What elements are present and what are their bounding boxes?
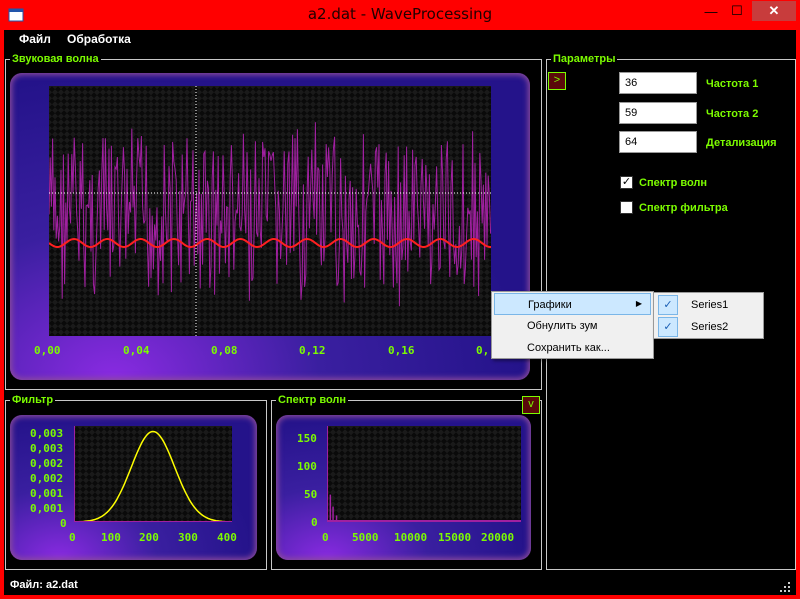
submenu-item-series2-label: Series2 xyxy=(691,321,729,333)
filter-x-tick: 100 xyxy=(101,531,121,544)
spectrum-x-tick: 5000 xyxy=(352,531,379,544)
filter-y-tick: 0,001 xyxy=(30,487,64,500)
minimize-button[interactable]: — xyxy=(698,1,724,21)
wave-x-tick: 0,16 xyxy=(388,344,415,357)
spectrum-bar xyxy=(332,506,334,522)
context-item-reset-zoom[interactable]: Обнулить зум xyxy=(494,315,651,337)
filter-y-tick: 0,002 xyxy=(30,457,64,470)
charts-submenu: ✓ Series1 ✓ Series2 xyxy=(653,292,764,339)
freq1-label: Частота 1 xyxy=(706,78,759,90)
spectrum-waves-checkbox[interactable]: ✓ xyxy=(620,176,633,189)
filter-x-tick: 200 xyxy=(139,531,159,544)
resize-grip-icon[interactable] xyxy=(780,582,792,594)
freq2-label: Частота 2 xyxy=(706,108,759,120)
wave-x-tick: 0,08 xyxy=(211,344,238,357)
spectrum-x-tick: 20000 xyxy=(481,531,515,544)
spectrum-plot-area[interactable] xyxy=(326,426,521,522)
spectrum-filter-label: Спектр фильтра xyxy=(639,202,728,214)
wave-x-tick: 0, xyxy=(476,344,490,357)
status-bar: Файл: a2.dat xyxy=(10,579,78,591)
detail-input[interactable] xyxy=(619,131,697,153)
wave-x-tick: 0,00 xyxy=(34,344,61,357)
detail-label: Детализация xyxy=(706,137,777,149)
params-legend: Параметры xyxy=(553,53,616,65)
spectrum-x-tick: 10000 xyxy=(394,531,428,544)
filter-y-tick: 0,003 xyxy=(30,427,64,440)
filter-gaussian-line xyxy=(73,430,233,523)
spectrum-y-tick: 0 xyxy=(311,516,318,529)
title-bar: a2.dat - WaveProcessing — ☐ ✕ xyxy=(0,0,800,30)
submenu-item-series2[interactable]: ✓ Series2 xyxy=(656,316,761,338)
expand-params-button[interactable]: > xyxy=(548,72,566,90)
context-menu: Графики ▶ Обнулить зум Сохранить как... xyxy=(491,291,654,359)
wave-legend: Звуковая волна xyxy=(12,53,99,65)
spectrum-x-tick: 0 xyxy=(322,531,329,544)
menu-bar: Файл Обработка xyxy=(4,30,796,50)
context-item-charts[interactable]: Графики ▶ xyxy=(494,293,651,315)
filter-y-tick: 0 xyxy=(60,517,67,530)
spectrum-chart xyxy=(326,426,521,522)
submenu-arrow-icon: ▶ xyxy=(635,299,642,308)
filter-y-tick: 0,001 xyxy=(30,502,64,515)
spectrum-x-tick: 15000 xyxy=(438,531,472,544)
filter-chart xyxy=(73,426,233,523)
context-item-charts-label: Графики xyxy=(528,299,572,311)
wave-x-tick: 0,12 xyxy=(299,344,326,357)
spectrum-bar xyxy=(329,494,332,522)
series1-line xyxy=(48,122,492,307)
submenu-item-series1-label: Series1 xyxy=(691,299,729,311)
spectrum-y-tick: 50 xyxy=(304,488,318,501)
spectrum-filter-checkbox[interactable] xyxy=(620,201,633,214)
freq2-input[interactable] xyxy=(619,102,697,124)
filter-x-tick: 300 xyxy=(178,531,198,544)
wave-plot-area[interactable] xyxy=(48,86,492,336)
check-icon: ✓ xyxy=(658,317,678,337)
wave-x-tick: 0,04 xyxy=(123,344,150,357)
submenu-item-series1[interactable]: ✓ Series1 xyxy=(656,294,761,316)
filter-x-tick: 400 xyxy=(217,531,237,544)
spectrum-y-tick: 100 xyxy=(297,460,317,473)
freq1-input[interactable] xyxy=(619,72,697,94)
context-item-save-as[interactable]: Сохранить как... xyxy=(494,337,651,359)
filter-plot-area[interactable] xyxy=(73,426,233,523)
wave-chart xyxy=(48,86,492,336)
maximize-button[interactable]: ☐ xyxy=(724,1,750,21)
check-icon: ✓ xyxy=(658,295,678,315)
filter-legend: Фильтр xyxy=(12,394,54,406)
filter-y-tick: 0,002 xyxy=(30,472,64,485)
window-title: a2.dat - WaveProcessing xyxy=(307,5,493,23)
series2-line xyxy=(48,237,491,249)
filter-y-tick: 0,003 xyxy=(30,442,64,455)
close-button[interactable]: ✕ xyxy=(752,1,796,21)
spectrum-y-tick: 150 xyxy=(297,432,317,445)
menu-process[interactable]: Обработка xyxy=(67,32,131,46)
spectrum-legend: Спектр волн xyxy=(278,394,347,406)
spectrum-toggle-button[interactable]: v xyxy=(522,396,540,414)
spectrum-waves-label: Спектр волн xyxy=(639,177,708,189)
menu-file[interactable]: Файл xyxy=(19,32,51,46)
filter-x-tick: 0 xyxy=(69,531,76,544)
